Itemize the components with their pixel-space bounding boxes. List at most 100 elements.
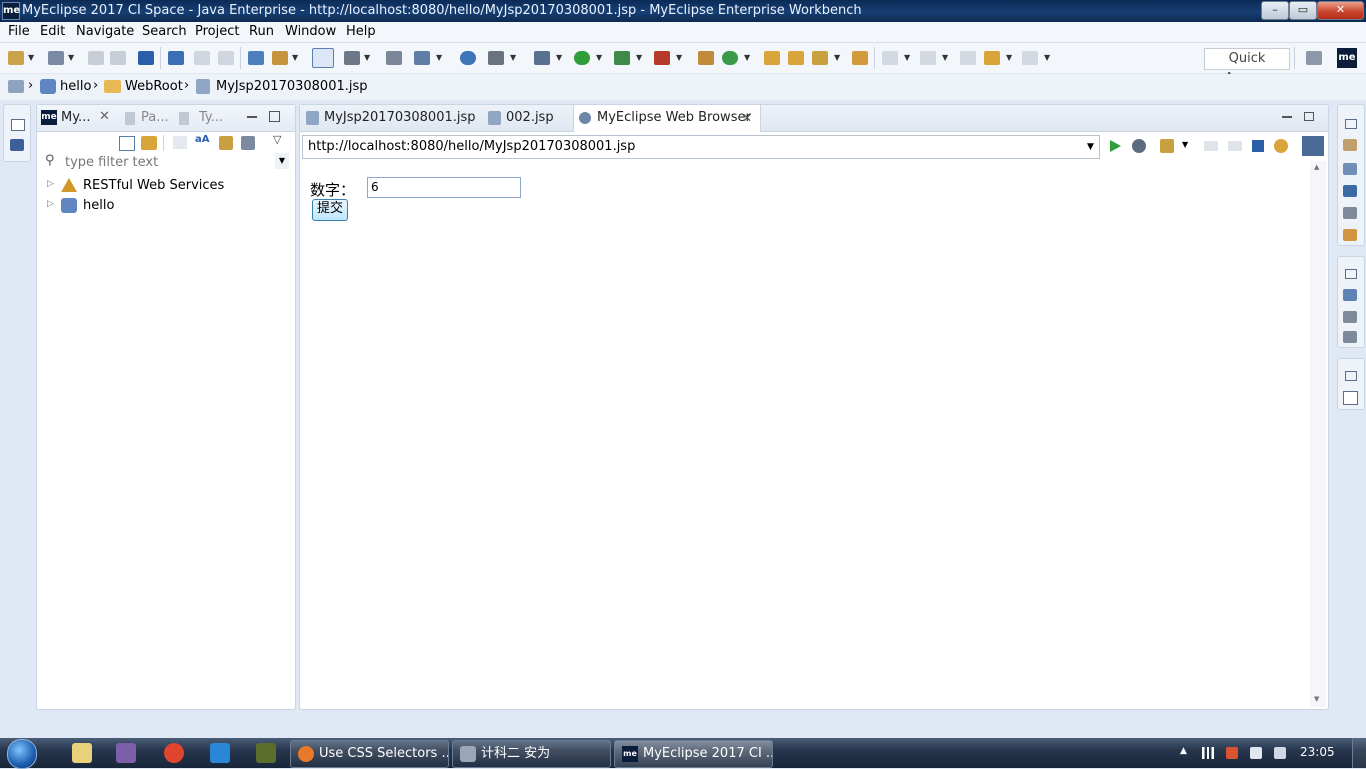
notepad-icon[interactable] [72,743,92,763]
tab-my-explorer[interactable]: My... [61,110,90,125]
breadcrumb-file[interactable]: MyJsp20170308001.jsp [216,79,368,94]
hierarchy-icon[interactable] [8,80,24,93]
restore-view-icon[interactable] [1304,112,1314,121]
chevron-down-icon[interactable]: ▼ [510,53,516,62]
minimize-button[interactable]: – [1261,1,1289,20]
filter-icon[interactable] [173,136,187,149]
rocket-icon[interactable] [812,51,828,65]
menu-run[interactable]: Run [249,24,274,39]
properties-icon[interactable] [1343,163,1357,175]
chevron-down-icon[interactable]: ▼ [1182,140,1188,149]
palette-icon[interactable] [1343,391,1358,405]
show-desktop-button[interactable] [1352,738,1366,768]
redo-icon[interactable] [218,51,234,65]
restore-icon[interactable] [1345,269,1357,279]
chevron-down-icon[interactable]: ▼ [556,53,562,62]
refresh-icon[interactable] [1274,139,1288,153]
filter-field[interactable]: ⚲ type filter text ▼ [43,153,289,173]
folder-edit-icon[interactable] [852,51,868,65]
chevron-down-icon[interactable]: ▼ [292,53,298,62]
wps-writer-icon[interactable] [210,743,230,763]
show-hidden-icons-icon[interactable]: ▲ [1180,746,1187,756]
taskbar-item-myeclipse[interactable]: me MyEclipse 2017 CI ... [614,740,773,768]
maximize-button[interactable]: ▭ [1289,1,1317,20]
chevron-down-icon[interactable]: ▼ [1044,53,1050,62]
screenshot-icon[interactable] [488,51,504,65]
tab-jsp-file[interactable]: MyJsp20170308001.jsp [304,105,476,131]
chevron-down-icon[interactable]: ▼ [942,53,948,62]
tree-item-restful[interactable]: RESTful Web Services [83,178,224,193]
deploy-icon[interactable] [248,51,264,65]
clock[interactable]: 23:05 [1300,745,1335,759]
collapse-all-icon[interactable] [119,136,135,151]
chevron-down-icon[interactable]: ▼ [28,53,34,62]
forward-icon[interactable] [1228,141,1242,151]
breadcrumb-project[interactable]: hello [60,79,91,94]
save-all-icon[interactable] [110,51,126,65]
open-folder-icon[interactable] [764,51,780,65]
menu-file[interactable]: File [8,24,30,39]
number-input[interactable]: 6 [367,177,521,198]
tab-002-jsp[interactable]: 002.jsp [486,105,566,131]
app-icon[interactable] [116,743,136,763]
grid-icon[interactable] [344,51,360,65]
minimize-view-icon[interactable] [247,116,257,118]
minimize-view-icon[interactable] [1282,116,1292,118]
taskbar-item-firefox[interactable]: Use CSS Selectors ... [290,740,449,768]
open-perspective-icon[interactable] [1306,51,1322,65]
tab-web-browser[interactable]: MyEclipse Web Browser ✕ [573,104,761,132]
url-field[interactable]: http://localhost:8080/hello/MyJsp2017030… [302,135,1100,159]
last-edit-icon[interactable] [960,51,976,65]
prev-annotation-icon[interactable] [920,51,936,65]
server-icon[interactable] [272,51,288,65]
sync-icon[interactable] [241,136,255,150]
new-icon[interactable] [8,51,24,65]
perspective-me-icon[interactable]: me [1337,48,1357,68]
chevron-down-icon[interactable]: ▼ [275,153,289,169]
go-icon[interactable] [1110,140,1121,152]
maximize-view-icon[interactable] [269,111,280,122]
console-icon[interactable] [138,51,154,65]
debug-icon[interactable] [534,51,550,65]
browser-menu-icon[interactable] [1302,136,1324,156]
menu-window[interactable]: Window [285,24,336,39]
chevron-down-icon[interactable]: ▼ [904,53,910,62]
network-signal-icon[interactable] [1202,747,1214,759]
input-method-icon[interactable] [1226,747,1238,759]
stop-server-icon[interactable] [654,51,670,65]
tools-icon[interactable] [1160,139,1174,153]
rocket-icon[interactable] [219,136,233,150]
menu-help[interactable]: Help [346,24,376,39]
scroll-down-icon[interactable]: ▼ [1314,695,1319,703]
next-annotation-icon[interactable] [882,51,898,65]
run-icon[interactable] [574,51,590,65]
outline-icon[interactable] [1343,139,1357,151]
power-icon[interactable] [1274,747,1286,759]
console-icon[interactable] [1343,185,1357,197]
restore-icon[interactable] [1345,119,1357,129]
search-tool-icon[interactable] [414,51,430,65]
close-tab-icon[interactable]: ✕ [99,109,110,124]
settings-gear-icon[interactable] [1132,139,1146,153]
submit-button[interactable]: 提交 [312,199,348,221]
chevron-down-icon[interactable]: ▼ [436,53,442,62]
link-editor-icon[interactable] [141,136,157,150]
tasks-icon[interactable] [1343,331,1357,343]
open-type-icon[interactable] [788,51,804,65]
tab-package[interactable]: Pa... [141,110,169,125]
back-arrow-icon[interactable] [984,51,1000,65]
menu-project[interactable]: Project [195,24,239,39]
new-project-icon[interactable] [48,51,64,65]
problems-icon[interactable] [1343,229,1357,241]
expand-arrow-icon[interactable]: ▷ [47,199,54,209]
call-hierarchy-icon[interactable] [1343,311,1357,323]
chevron-down-icon[interactable]: ▼ [1006,53,1012,62]
globe-icon[interactable] [460,51,476,65]
stop-icon[interactable] [1252,140,1264,152]
chevron-down-icon[interactable]: ▼ [676,53,682,62]
start-button[interactable] [3,738,43,769]
view-menu-icon[interactable]: ▽ [273,133,281,146]
undo-icon[interactable] [194,51,210,65]
hierarchy-view-icon[interactable] [1343,289,1357,301]
volume-icon[interactable] [1250,747,1262,759]
